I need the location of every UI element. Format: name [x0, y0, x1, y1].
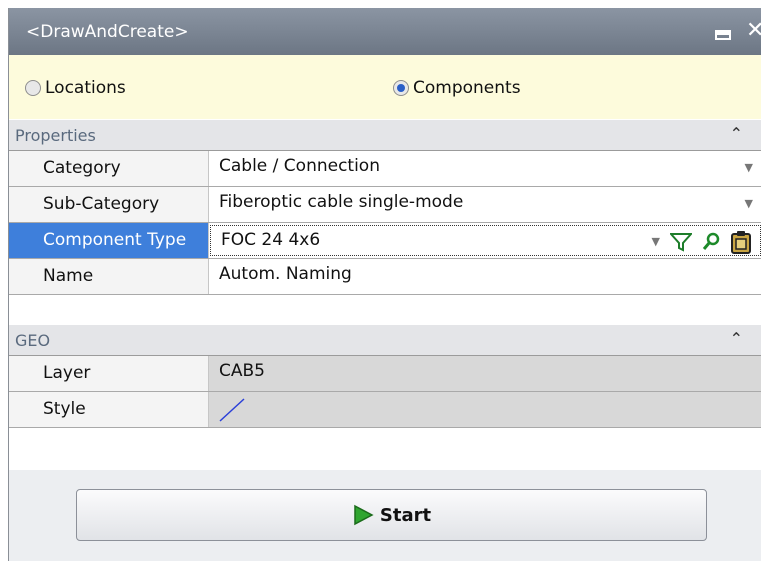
property-value: CAB5: [219, 361, 265, 381]
property-label: Category: [9, 151, 209, 186]
property-row-subcategory[interactable]: Sub-Category Fiberoptic cable single-mod…: [9, 187, 761, 223]
radio-unchecked-icon[interactable]: [25, 80, 41, 96]
window-title: <DrawAndCreate>: [26, 22, 189, 42]
search-icon[interactable]: [702, 232, 720, 252]
property-value: Autom. Naming: [219, 264, 352, 284]
title-bar: <DrawAndCreate> ✕: [9, 8, 761, 55]
geo-row-layer[interactable]: Layer CAB5: [9, 356, 761, 392]
property-label: Style: [9, 392, 209, 427]
layer-value: CAB5: [209, 356, 761, 391]
property-label: Name: [9, 259, 209, 294]
play-icon: [354, 504, 374, 526]
dropdown-arrow-icon[interactable]: ▼: [745, 189, 753, 219]
property-value: Fiberoptic cable single-mode: [219, 192, 464, 212]
radio-components[interactable]: Components: [393, 78, 521, 98]
radio-label-locations: Locations: [45, 78, 126, 98]
property-label: Component Type: [9, 223, 209, 258]
geo-row-style[interactable]: Style: [9, 392, 761, 428]
start-button-label: Start: [379, 504, 432, 526]
start-button[interactable]: Start: [76, 489, 707, 541]
dropdown-arrow-icon[interactable]: ▼: [745, 153, 753, 183]
properties-header-label: Properties: [15, 126, 96, 145]
name-field[interactable]: Autom. Naming: [209, 259, 761, 294]
component-type-field[interactable]: FOC 24 4x6 ▼: [210, 225, 761, 256]
geo-section-header[interactable]: GEO ⌃: [9, 325, 761, 355]
mode-selector: Locations Components: [9, 55, 761, 119]
component-type-tools: ▼: [652, 226, 752, 257]
property-row-name[interactable]: Name Autom. Naming: [9, 259, 761, 295]
collapse-chevron-icon[interactable]: ⌃: [730, 329, 743, 348]
maximize-icon[interactable]: [715, 30, 731, 40]
draw-and-create-panel: <DrawAndCreate> ✕ Locations Components P…: [0, 0, 761, 561]
properties-grid: Category Cable / Connection ▼ Sub-Catego…: [9, 150, 761, 295]
property-value: FOC 24 4x6: [221, 230, 321, 250]
category-dropdown[interactable]: Cable / Connection ▼: [209, 151, 761, 186]
properties-section-header[interactable]: Properties ⌃: [9, 120, 761, 150]
radio-checked-icon[interactable]: [393, 80, 409, 96]
close-icon[interactable]: ✕: [746, 18, 761, 43]
property-value: Cable / Connection: [219, 156, 380, 176]
line-style-icon: [219, 398, 245, 422]
clipboard-icon[interactable]: [730, 230, 752, 254]
geo-grid: Layer CAB5 Style: [9, 355, 761, 428]
property-label: Layer: [9, 356, 209, 391]
property-row-category[interactable]: Category Cable / Connection ▼: [9, 151, 761, 187]
dropdown-arrow-icon[interactable]: ▼: [652, 227, 660, 256]
property-row-component-type[interactable]: Component Type FOC 24 4x6 ▼: [9, 223, 761, 259]
filter-icon[interactable]: [670, 232, 692, 252]
style-value[interactable]: [209, 392, 761, 427]
property-label: Sub-Category: [9, 187, 209, 222]
collapse-chevron-icon[interactable]: ⌃: [730, 124, 743, 143]
radio-locations[interactable]: Locations: [25, 78, 126, 98]
subcategory-dropdown[interactable]: Fiberoptic cable single-mode ▼: [209, 187, 761, 222]
geo-header-label: GEO: [15, 331, 51, 350]
radio-label-components: Components: [413, 78, 521, 98]
